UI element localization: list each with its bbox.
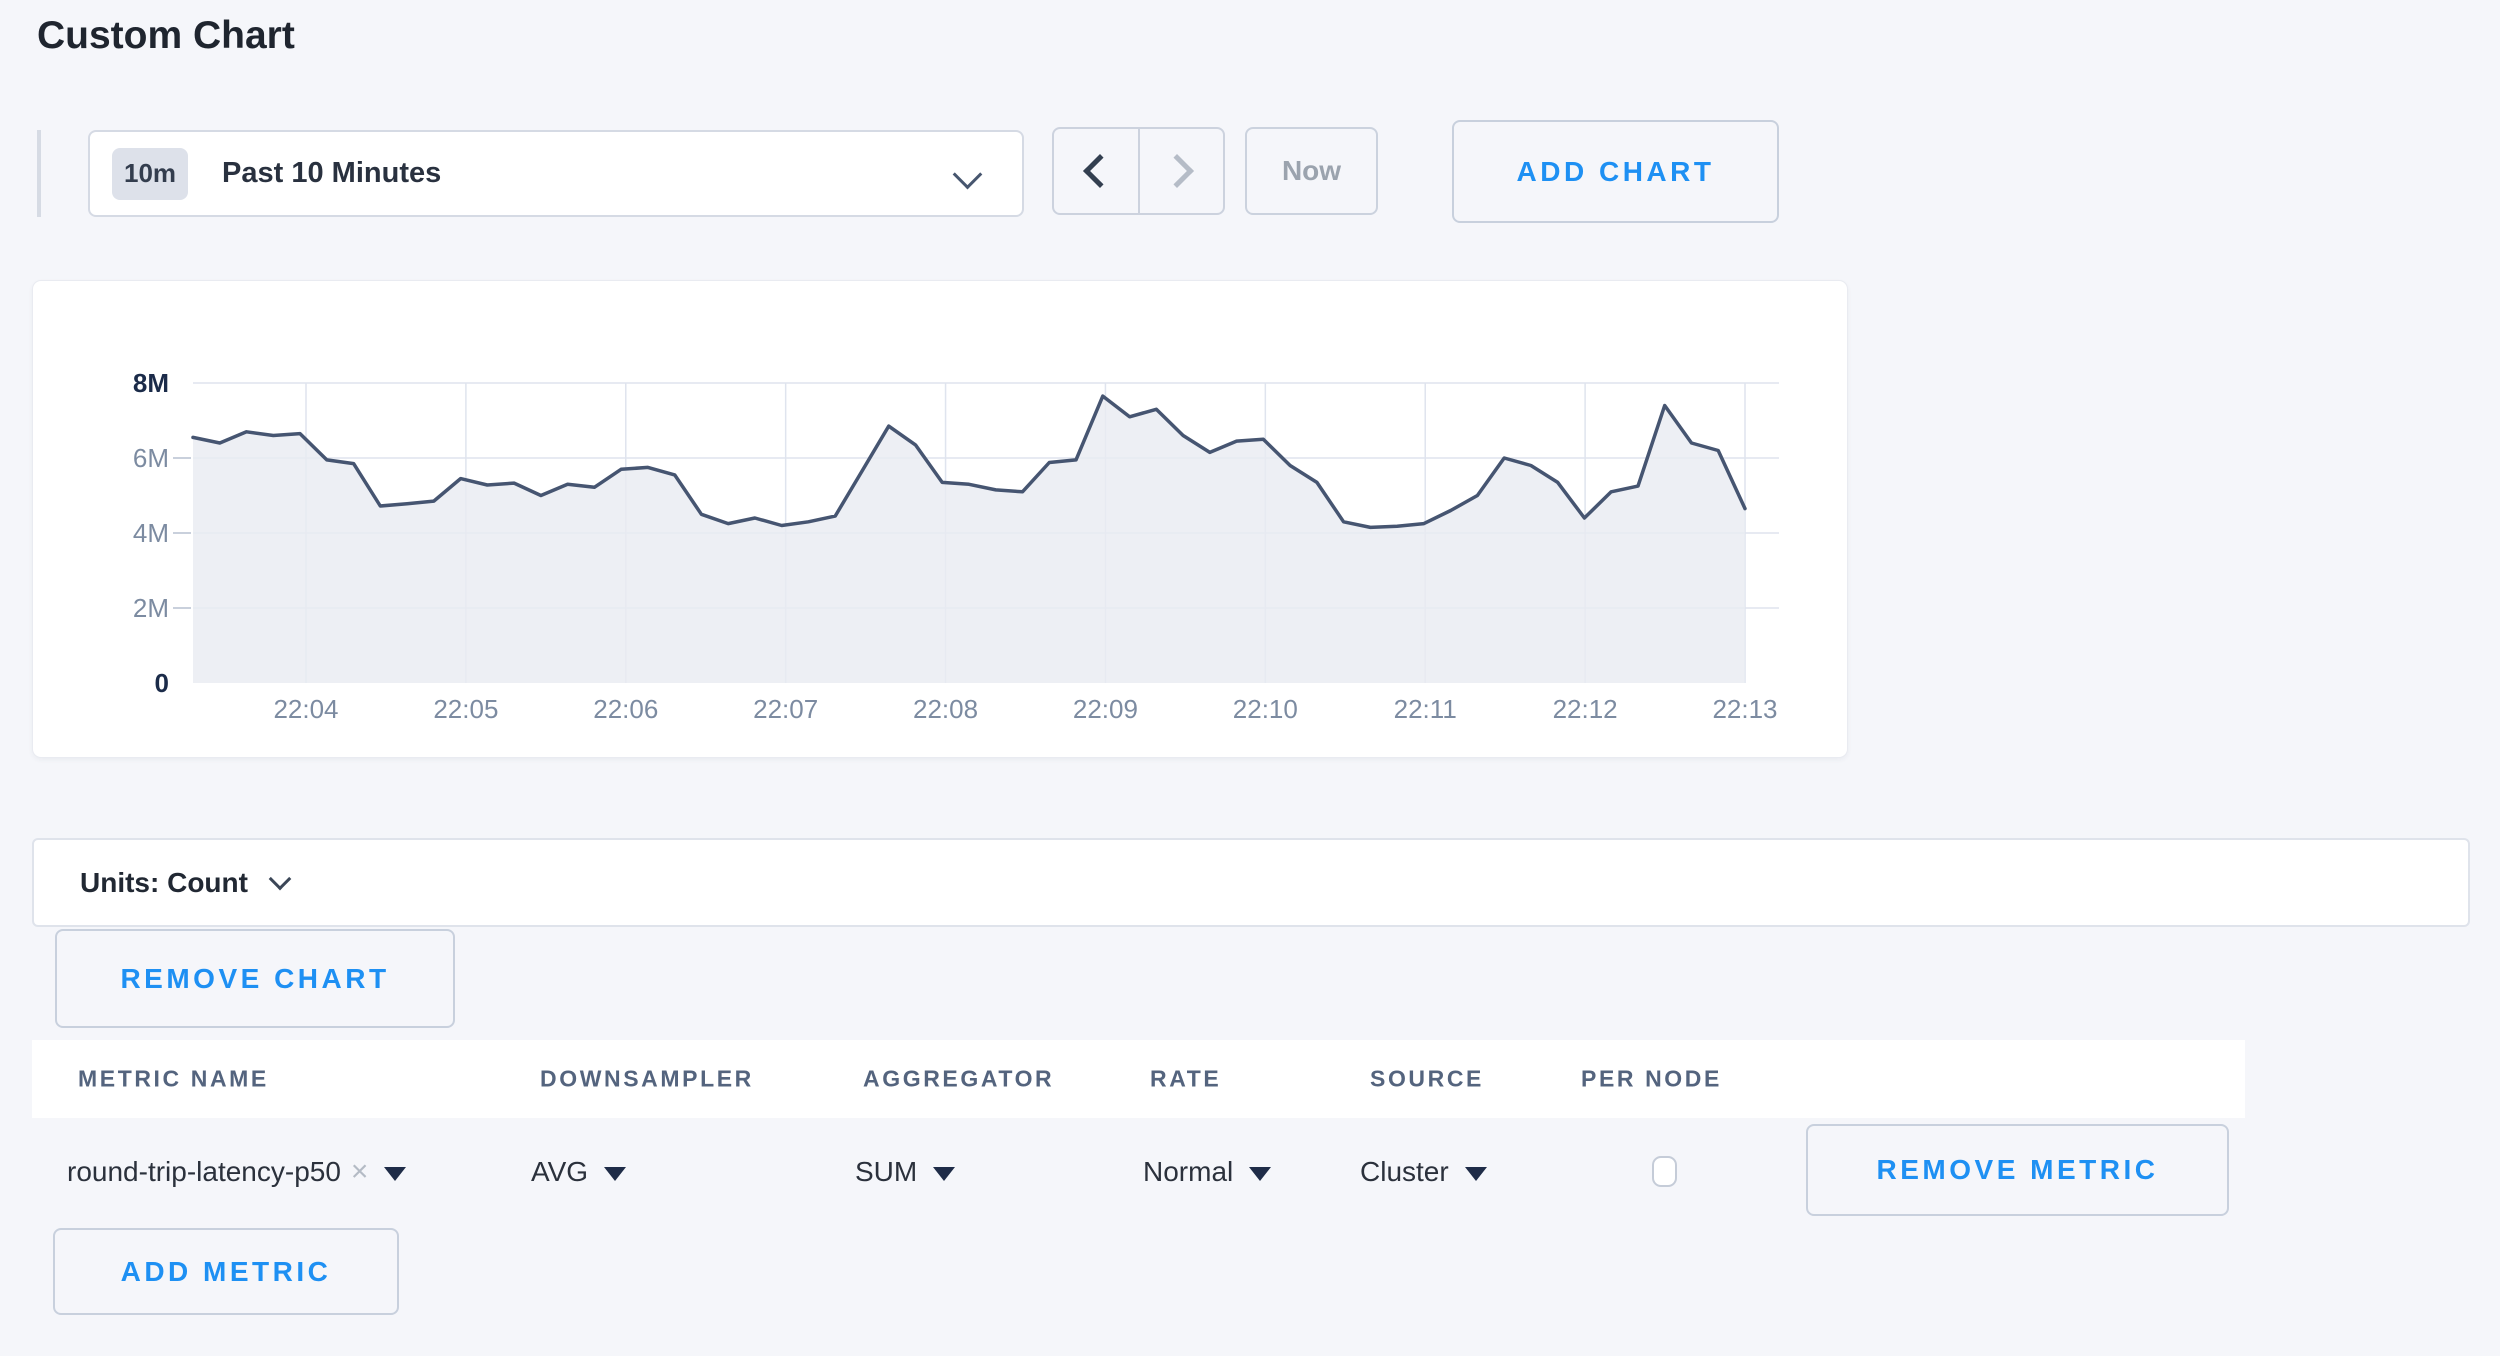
time-range-dropdown[interactable]: 10m Past 10 Minutes	[88, 130, 1024, 217]
x-axis-tick-label: 22:05	[433, 694, 498, 724]
now-button[interactable]: Now	[1245, 127, 1378, 215]
x-axis-tick-label: 22:07	[753, 694, 818, 724]
caret-down-icon	[604, 1167, 626, 1181]
column-header-source: SOURCE	[1370, 1066, 1484, 1093]
caret-down-icon	[933, 1167, 955, 1181]
x-axis-tick-label: 22:04	[273, 694, 338, 724]
per-node-checkbox[interactable]	[1652, 1156, 1677, 1187]
y-axis-tick-label: 2M	[133, 593, 169, 623]
custom-chart-svg: 0 2M 4M 6M 8M 22:04 22:05 22:06 22:07 22:08 22:09 2…	[33, 281, 1847, 757]
add-chart-button[interactable]: ADD CHART	[1452, 120, 1779, 223]
y-axis-tick-label: 8M	[133, 368, 169, 398]
column-header-per-node: PER NODE	[1581, 1066, 1722, 1093]
units-label: Units: Count	[80, 867, 248, 899]
caret-down-icon	[1249, 1167, 1271, 1181]
chevron-down-icon	[269, 867, 292, 890]
time-range-badge: 10m	[112, 148, 188, 200]
metrics-table-header: METRIC NAME DOWNSAMPLER AGGREGATOR RATE …	[32, 1040, 2245, 1118]
aggregator-value: SUM	[855, 1156, 917, 1188]
time-back-button[interactable]	[1054, 129, 1140, 213]
column-header-metric-name: METRIC NAME	[78, 1066, 269, 1093]
time-nav-group	[1052, 127, 1225, 215]
remove-metric-button[interactable]: REMOVE METRIC	[1806, 1124, 2229, 1216]
rate-value: Normal	[1143, 1156, 1233, 1188]
y-axis-tick-label: 6M	[133, 443, 169, 473]
rate-select[interactable]: Normal	[1143, 1146, 1271, 1198]
x-axis-tick-label: 22:09	[1073, 694, 1138, 724]
x-axis-tick-label: 22:11	[1394, 694, 1457, 724]
x-axis-tick-label: 22:12	[1553, 694, 1618, 724]
units-dropdown[interactable]: Units: Count	[32, 838, 2470, 927]
chevron-right-icon	[1160, 154, 1194, 188]
downsampler-select[interactable]: AVG	[531, 1146, 626, 1198]
time-forward-button[interactable]	[1140, 129, 1224, 213]
chevron-down-icon	[953, 160, 983, 190]
custom-chart-page: Custom Chart 10m Past 10 Minutes Now ADD…	[0, 0, 2500, 1356]
x-axis-tick-label: 22:10	[1233, 694, 1298, 724]
aggregator-select[interactable]: SUM	[855, 1146, 955, 1198]
column-header-downsampler: DOWNSAMPLER	[540, 1066, 754, 1093]
source-value: Cluster	[1360, 1156, 1449, 1188]
remove-chart-button[interactable]: REMOVE CHART	[55, 929, 455, 1028]
chevron-left-icon	[1083, 154, 1117, 188]
clear-metric-icon[interactable]: ×	[351, 1155, 369, 1189]
caret-down-icon	[384, 1167, 406, 1181]
toolbar-accent-rule	[37, 130, 41, 217]
y-axis-tick-label: 4M	[133, 518, 169, 548]
column-header-aggregator: AGGREGATOR	[863, 1066, 1054, 1093]
page-title: Custom Chart	[37, 14, 295, 58]
downsampler-value: AVG	[531, 1156, 588, 1188]
x-axis-tick-label: 22:13	[1712, 694, 1777, 724]
chart-card: 0 2M 4M 6M 8M 22:04 22:05 22:06 22:07 22:08 22:09 2…	[32, 280, 1848, 758]
x-axis-tick-label: 22:08	[913, 694, 978, 724]
y-axis-tick-label: 0	[155, 668, 169, 698]
source-select[interactable]: Cluster	[1360, 1146, 1487, 1198]
x-axis-tick-label: 22:06	[593, 694, 658, 724]
metric-name-select[interactable]: round-trip-latency-p50 ×	[67, 1146, 406, 1198]
caret-down-icon	[1465, 1167, 1487, 1181]
metric-name-value: round-trip-latency-p50	[67, 1156, 341, 1188]
add-metric-button[interactable]: ADD METRIC	[53, 1228, 399, 1315]
column-header-rate: RATE	[1150, 1066, 1221, 1093]
time-range-label: Past 10 Minutes	[222, 157, 441, 190]
